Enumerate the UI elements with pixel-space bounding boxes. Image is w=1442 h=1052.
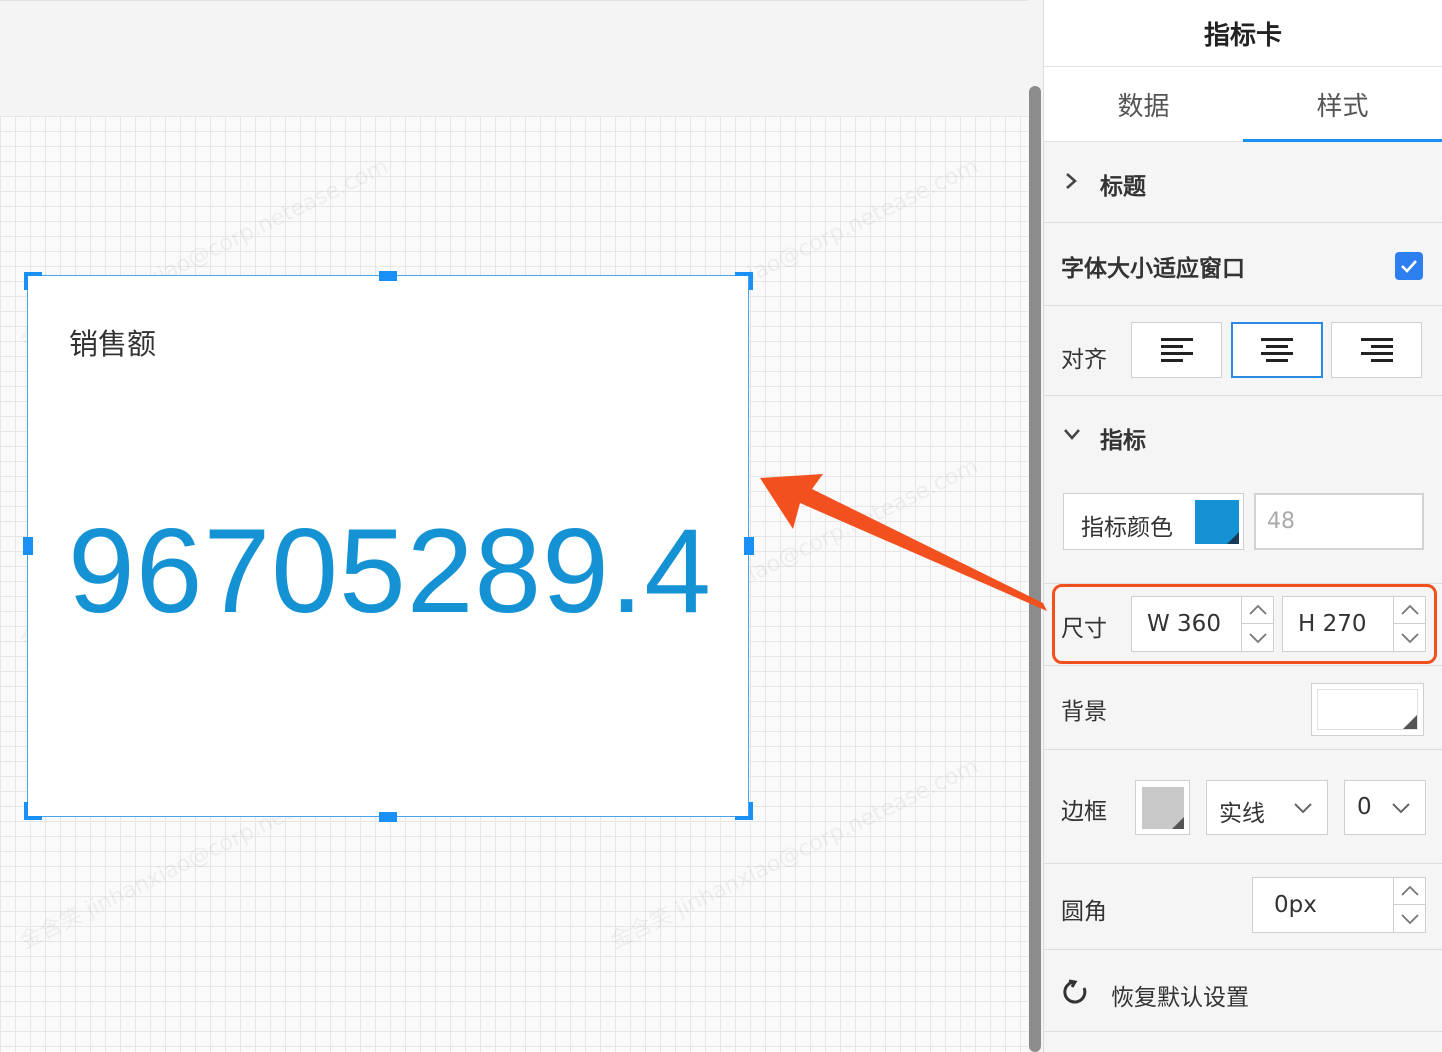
reset-icon — [1063, 979, 1087, 1004]
metric-color-label: 指标颜色 — [1081, 515, 1173, 541]
title-section-label: 标题 — [1100, 174, 1146, 200]
radius-label: 圆角 — [1061, 899, 1107, 925]
border-color-swatch — [1142, 787, 1184, 829]
resize-handle-bottom-left[interactable] — [24, 802, 42, 820]
radius-row: 圆角 0px — [1044, 864, 1442, 950]
resize-handle-left[interactable] — [23, 537, 33, 555]
metric-color-swatch — [1195, 500, 1239, 544]
chevron-down-icon — [1392, 803, 1410, 814]
resize-handle-bottom[interactable] — [379, 812, 397, 822]
metric-font-size-input[interactable]: 48 — [1254, 493, 1424, 550]
metric-section-header[interactable]: 指标 — [1044, 396, 1442, 470]
border-color-picker[interactable] — [1135, 780, 1190, 835]
width-value: W 360 — [1147, 611, 1221, 637]
height-value: H 270 — [1298, 611, 1367, 637]
font-fit-checkbox[interactable] — [1395, 252, 1423, 280]
stepper-up-icon[interactable] — [1242, 597, 1273, 624]
swatch-corner-icon — [1227, 532, 1239, 544]
canvas-area[interactable]: 金含笑 jinhanxiao@corp.netease.com 金含笑 jinh… — [0, 0, 1043, 1052]
stepper-down-icon[interactable] — [1242, 624, 1273, 651]
chevron-right-icon — [1066, 173, 1077, 189]
card-value: 96705289.4 — [68, 504, 712, 638]
resize-handle-top[interactable] — [379, 271, 397, 281]
reset-label[interactable]: 恢复默认设置 — [1111, 978, 1249, 1012]
height-input[interactable]: H 270 — [1282, 596, 1426, 652]
card-title: 销售额 — [69, 327, 157, 361]
stepper-down-icon[interactable] — [1394, 905, 1425, 932]
metric-section: 指标 指标颜色 48 — [1044, 396, 1442, 584]
font-fit-label: 字体大小适应窗口 — [1061, 256, 1245, 282]
style-panel: 指标卡 数据 样式 标题 字体大小适应窗口 对齐 指标 指标颜色 48 尺寸 W… — [1043, 0, 1442, 1052]
size-label: 尺寸 — [1061, 616, 1107, 642]
align-left-button[interactable] — [1131, 322, 1222, 378]
chevron-down-icon — [1294, 803, 1312, 814]
swatch-corner-icon — [1403, 715, 1417, 729]
size-row: 尺寸 W 360 H 270 — [1044, 584, 1442, 666]
border-label: 边框 — [1061, 799, 1107, 825]
radius-input[interactable]: 0px — [1252, 877, 1426, 933]
stepper-up-icon[interactable] — [1394, 597, 1425, 624]
align-label: 对齐 — [1061, 347, 1107, 373]
panel-title: 指标卡 — [1044, 0, 1442, 67]
background-row: 背景 — [1044, 666, 1442, 750]
panel-tabs: 数据 样式 — [1044, 67, 1442, 142]
background-color-picker[interactable] — [1311, 683, 1424, 736]
stepper-down-icon[interactable] — [1394, 624, 1425, 651]
title-section-header[interactable]: 标题 — [1044, 142, 1442, 223]
checkmark-icon — [1401, 260, 1417, 273]
stepper-up-icon[interactable] — [1394, 878, 1425, 905]
background-color-swatch — [1317, 689, 1418, 730]
radius-stepper[interactable] — [1393, 878, 1425, 932]
border-width-value: 0 — [1357, 794, 1372, 820]
chevron-down-icon — [1064, 429, 1080, 440]
metric-section-label: 指标 — [1100, 428, 1146, 454]
border-row: 边框 实线 0 — [1044, 750, 1442, 864]
reset-row[interactable]: 恢复默认设置 — [1044, 950, 1442, 1032]
radius-value: 0px — [1274, 892, 1317, 918]
resize-handle-bottom-right[interactable] — [735, 802, 753, 820]
border-style-select[interactable]: 实线 — [1206, 780, 1328, 835]
background-label: 背景 — [1061, 699, 1107, 725]
align-left-icon — [1160, 338, 1193, 362]
resize-handle-right[interactable] — [744, 537, 754, 555]
border-style-value: 实线 — [1219, 801, 1265, 827]
canvas-scrollbar-thumb[interactable] — [1029, 86, 1041, 1052]
resize-handle-top-right[interactable] — [735, 272, 753, 290]
align-center-button[interactable] — [1231, 322, 1323, 378]
tab-data[interactable]: 数据 — [1044, 67, 1243, 141]
border-width-select[interactable]: 0 — [1344, 780, 1426, 835]
align-row: 对齐 — [1044, 306, 1442, 396]
align-right-button[interactable] — [1331, 322, 1422, 378]
align-center-icon — [1261, 338, 1293, 362]
metric-card[interactable]: 销售额 96705289.4 — [27, 275, 749, 817]
canvas-top-strip — [0, 0, 1028, 116]
tab-style[interactable]: 样式 — [1243, 67, 1442, 142]
metric-font-size-value: 48 — [1267, 509, 1295, 534]
font-fit-row: 字体大小适应窗口 — [1044, 223, 1442, 306]
height-stepper[interactable] — [1393, 597, 1425, 651]
swatch-corner-icon — [1172, 817, 1184, 829]
width-input[interactable]: W 360 — [1131, 596, 1274, 652]
resize-handle-top-left[interactable] — [24, 272, 42, 290]
align-right-icon — [1360, 338, 1393, 362]
width-stepper[interactable] — [1241, 597, 1273, 651]
metric-color-picker[interactable]: 指标颜色 — [1063, 493, 1244, 550]
